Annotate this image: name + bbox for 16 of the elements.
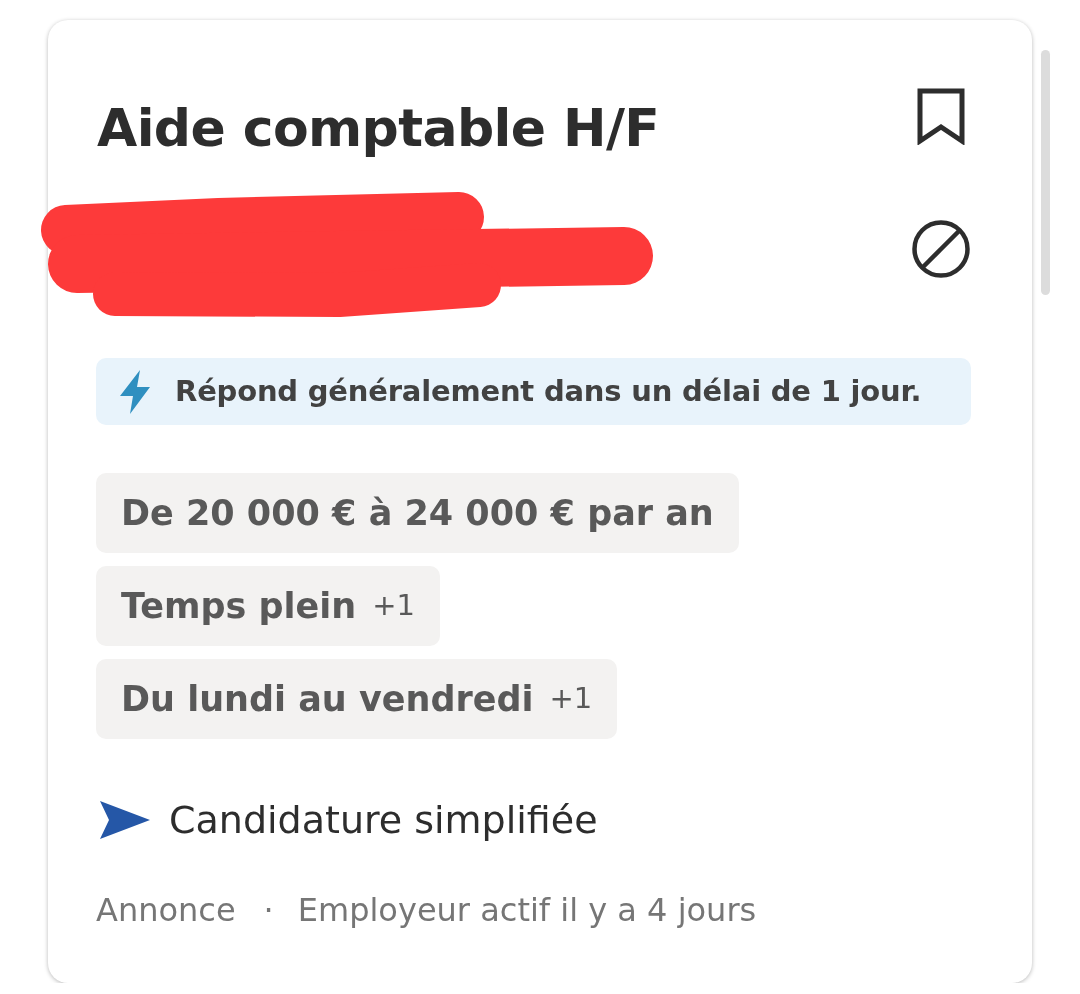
- more-count: +1: [372, 587, 415, 625]
- lightning-bolt-icon: [118, 369, 152, 414]
- easy-apply-label: Candidature simplifiée: [169, 796, 598, 844]
- footer-separator: ·: [263, 890, 274, 931]
- send-icon: [100, 801, 150, 839]
- response-time-text: Répond généralement dans un délai de 1 jour.: [175, 372, 922, 410]
- job-title[interactable]: Aide comptable H/F: [97, 97, 660, 159]
- ad-label: Annonce: [96, 890, 236, 931]
- tag-label: Temps plein: [121, 584, 357, 628]
- bookmark-icon[interactable]: [917, 88, 965, 145]
- block-icon[interactable]: [911, 220, 971, 278]
- tag-label: De 20 000 € à 24 000 € par an: [121, 491, 714, 535]
- tag-label: Du lundi au vendredi: [121, 677, 534, 721]
- scrollbar-thumb[interactable]: [1041, 50, 1050, 295]
- employer-activity-text: Employeur actif il y a 4 jours: [297, 890, 757, 931]
- more-count: +1: [549, 680, 593, 718]
